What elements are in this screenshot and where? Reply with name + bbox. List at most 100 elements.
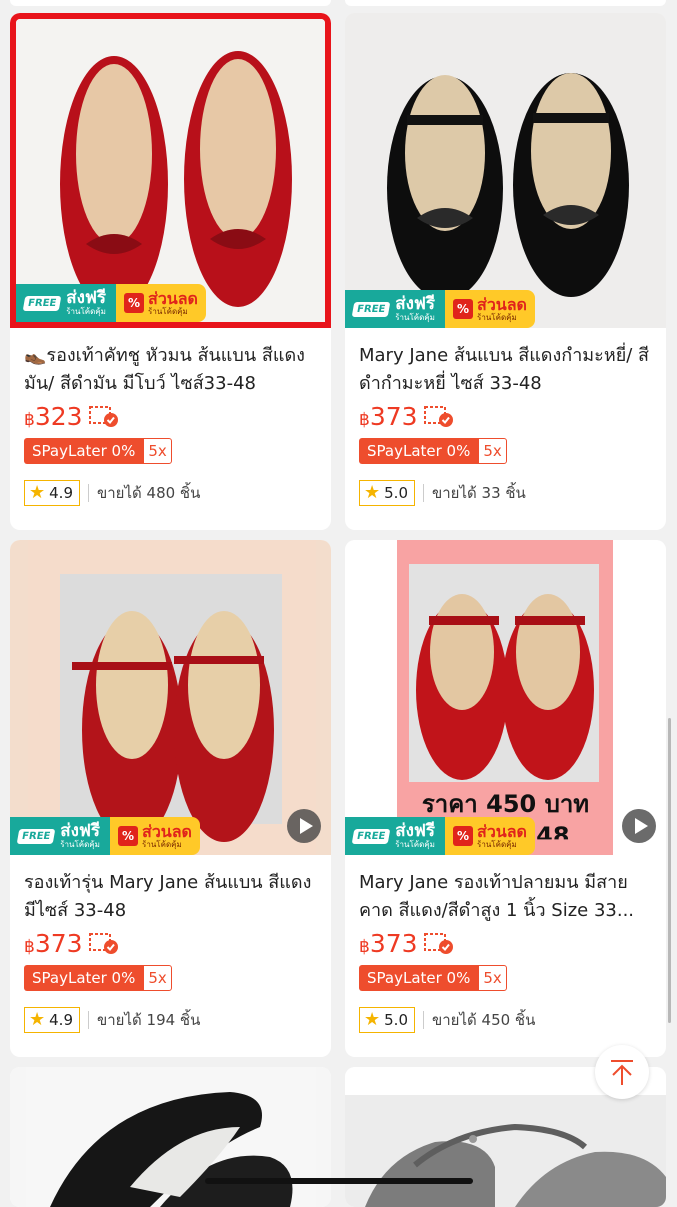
percent-icon: %: [124, 293, 145, 313]
rating-badge: ★ 4.9: [24, 1007, 80, 1033]
free-shipping-badge: FREE ส่งฟรี ร้านโค้ดคุ้ม: [10, 817, 111, 855]
product-image[interactable]: FREE ส่งฟรี ร้านโค้ดคุ้ม % ส่วนลด ร้านโค้ด…: [345, 13, 666, 328]
product-card[interactable]: FREE ส่งฟรี ร้านโค้ดคุ้ม % ส่วนลด ร้านโค้ด…: [10, 13, 331, 530]
free-shipping-sub: ร้านโค้ดคุ้ม: [66, 307, 106, 316]
play-video-button[interactable]: [287, 809, 321, 843]
discount-badge: % ส่วนลด ร้านโค้ดคุ้ม: [445, 290, 535, 328]
sold-count: ขายได้ 33 ชิ้น: [432, 484, 526, 502]
discount-sub: ร้านโค้ดคุ้ม: [148, 306, 188, 316]
currency-symbol: ฿: [24, 936, 35, 957]
promo-badges: FREE ส่งฟรี ร้านโค้ดคุ้ม % ส่วนลด ร้านโค้ด…: [10, 817, 200, 855]
installment-label: 5x: [143, 965, 172, 991]
free-shipping-badge: FREE ส่งฟรี ร้านโค้ดคุ้ม: [345, 817, 446, 855]
previous-card-edge: [10, 0, 331, 6]
arrow-up-icon: [611, 1060, 633, 1085]
price-row: ฿373: [24, 927, 317, 959]
price-row: ฿323: [24, 400, 317, 432]
free-shipping-label: ส่งฟรี: [395, 821, 436, 841]
spaylater-badge: SPayLater 0% 5x: [359, 965, 652, 991]
spaylater-label: SPayLater 0%: [359, 965, 479, 991]
voucher-icon: [88, 933, 118, 954]
price-value: 373: [369, 928, 418, 958]
free-shipping-label: ส่งฟรี: [395, 294, 436, 314]
play-video-button[interactable]: [622, 809, 656, 843]
rating-value: 5.0: [384, 1011, 408, 1029]
spaylater-label: SPayLater 0%: [359, 438, 479, 464]
divider: [423, 484, 424, 502]
product-card[interactable]: [10, 1067, 331, 1207]
product-image[interactable]: ราคา 450 บาท ไซส์ 33-48 FREE ส่งฟรีร้านโ…: [345, 540, 666, 855]
product-price: ฿373: [359, 402, 418, 431]
star-icon: ★: [29, 482, 46, 503]
divider: [423, 1011, 424, 1029]
rating-value: 5.0: [384, 484, 408, 502]
price-row: ฿373: [359, 400, 652, 432]
currency-symbol: ฿: [24, 409, 35, 430]
discount-label: ส่วนลด: [148, 288, 198, 308]
rating-value: 4.9: [49, 1011, 73, 1029]
star-icon: ★: [29, 1009, 46, 1030]
price-row: ฿373: [359, 927, 652, 959]
star-icon: ★: [364, 482, 381, 503]
voucher-icon: [423, 933, 453, 954]
currency-symbol: ฿: [359, 936, 370, 957]
free-tag: FREE: [351, 301, 391, 317]
product-card[interactable]: FREE ส่งฟรี ร้านโค้ดคุ้ม % ส่วนลด ร้านโค้ด…: [345, 13, 666, 530]
promo-badges: FREE ส่งฟรี ร้านโค้ดคุ้ม % ส่วนลด ร้านโค้ด…: [345, 817, 535, 855]
percent-icon: %: [453, 299, 474, 319]
sold-count: ขายได้ 450 ชิ้น: [432, 1011, 536, 1029]
product-title[interactable]: Mary Jane ส้นแบน สีแดงกำมะหยี่/ สีดำกำมะ…: [359, 342, 652, 398]
free-shipping-sub: ร้านโค้ดคุ้ม: [395, 840, 435, 849]
rating-badge: ★ 5.0: [359, 480, 415, 506]
home-indicator: [205, 1178, 473, 1184]
discount-badge: % ส่วนลด ร้านโค้ดคุ้ม: [445, 817, 535, 855]
voucher-icon: [88, 406, 118, 427]
free-tag: FREE: [22, 295, 62, 311]
scrollbar[interactable]: [668, 718, 671, 1023]
discount-sub: ร้านโค้ดคุ้ม: [477, 312, 517, 322]
rating-value: 4.9: [49, 484, 73, 502]
product-image[interactable]: [10, 1067, 331, 1207]
installment-label: 5x: [143, 438, 172, 464]
rating-badge: ★ 4.9: [24, 480, 80, 506]
spaylater-badge: SPayLater 0% 5x: [24, 965, 317, 991]
product-image[interactable]: FREE ส่งฟรี ร้านโค้ดคุ้ม % ส่วนลด ร้านโค้ด…: [10, 13, 331, 328]
product-title[interactable]: Mary Jane รองเท้าปลายมน มีสายคาด สีแดง/ส…: [359, 869, 652, 925]
discount-label: ส่วนลด: [142, 821, 192, 841]
percent-icon: %: [118, 826, 139, 846]
product-card[interactable]: ราคา 450 บาท ไซส์ 33-48 FREE ส่งฟรีร้านโ…: [345, 540, 666, 1057]
product-title[interactable]: รองเท้ารุ่น Mary Jane ส้นแบน สีแดง มีไซส…: [24, 869, 317, 925]
spaylater-label: SPayLater 0%: [24, 438, 144, 464]
discount-sub: ร้านโค้ดคุ้ม: [477, 839, 517, 849]
free-shipping-label: ส่งฟรี: [66, 288, 107, 308]
installment-label: 5x: [478, 965, 507, 991]
spaylater-label: SPayLater 0%: [24, 965, 144, 991]
promo-badges: FREE ส่งฟรี ร้านโค้ดคุ้ม % ส่วนลด ร้านโค้ด…: [16, 284, 206, 322]
discount-badge: % ส่วนลด ร้านโค้ดคุ้ม: [110, 817, 200, 855]
back-to-top-button[interactable]: [595, 1045, 649, 1099]
free-shipping-badge: FREE ส่งฟรี ร้านโค้ดคุ้ม: [345, 290, 446, 328]
spaylater-badge: SPayLater 0% 5x: [24, 438, 317, 464]
discount-sub: ร้านโค้ดคุ้ม: [142, 839, 182, 849]
product-title[interactable]: 👞รองเท้าคัทชู หัวมน ส้นแบน สีแดงมัน/ สีด…: [24, 342, 317, 398]
percent-icon: %: [453, 826, 474, 846]
rating-badge: ★ 5.0: [359, 1007, 415, 1033]
spaylater-badge: SPayLater 0% 5x: [359, 438, 652, 464]
rating-sold-row: ★ 5.0 ขายได้ 450 ชิ้น: [359, 1007, 652, 1033]
divider: [88, 1011, 89, 1029]
free-shipping-badge: FREE ส่งฟรี ร้านโค้ดคุ้ม: [16, 284, 117, 322]
divider: [88, 484, 89, 502]
price-value: 373: [34, 928, 83, 958]
price-value: 323: [34, 401, 83, 431]
free-shipping-sub: ร้านโค้ดคุ้ม: [60, 840, 100, 849]
installment-label: 5x: [478, 438, 507, 464]
product-price: ฿373: [359, 929, 418, 958]
promo-badges: FREE ส่งฟรี ร้านโค้ดคุ้ม % ส่วนลด ร้านโค้ด…: [345, 290, 535, 328]
discount-label: ส่วนลด: [477, 821, 527, 841]
product-card[interactable]: FREE ส่งฟรี ร้านโค้ดคุ้ม % ส่วนลด ร้านโค้ด…: [10, 540, 331, 1057]
free-tag: FREE: [16, 828, 56, 844]
product-image[interactable]: FREE ส่งฟรี ร้านโค้ดคุ้ม % ส่วนลด ร้านโค้ด…: [10, 540, 331, 855]
rating-sold-row: ★ 4.9 ขายได้ 480 ชิ้น: [24, 480, 317, 506]
rating-sold-row: ★ 4.9 ขายได้ 194 ชิ้น: [24, 1007, 317, 1033]
free-shipping-label: ส่งฟรี: [60, 821, 101, 841]
